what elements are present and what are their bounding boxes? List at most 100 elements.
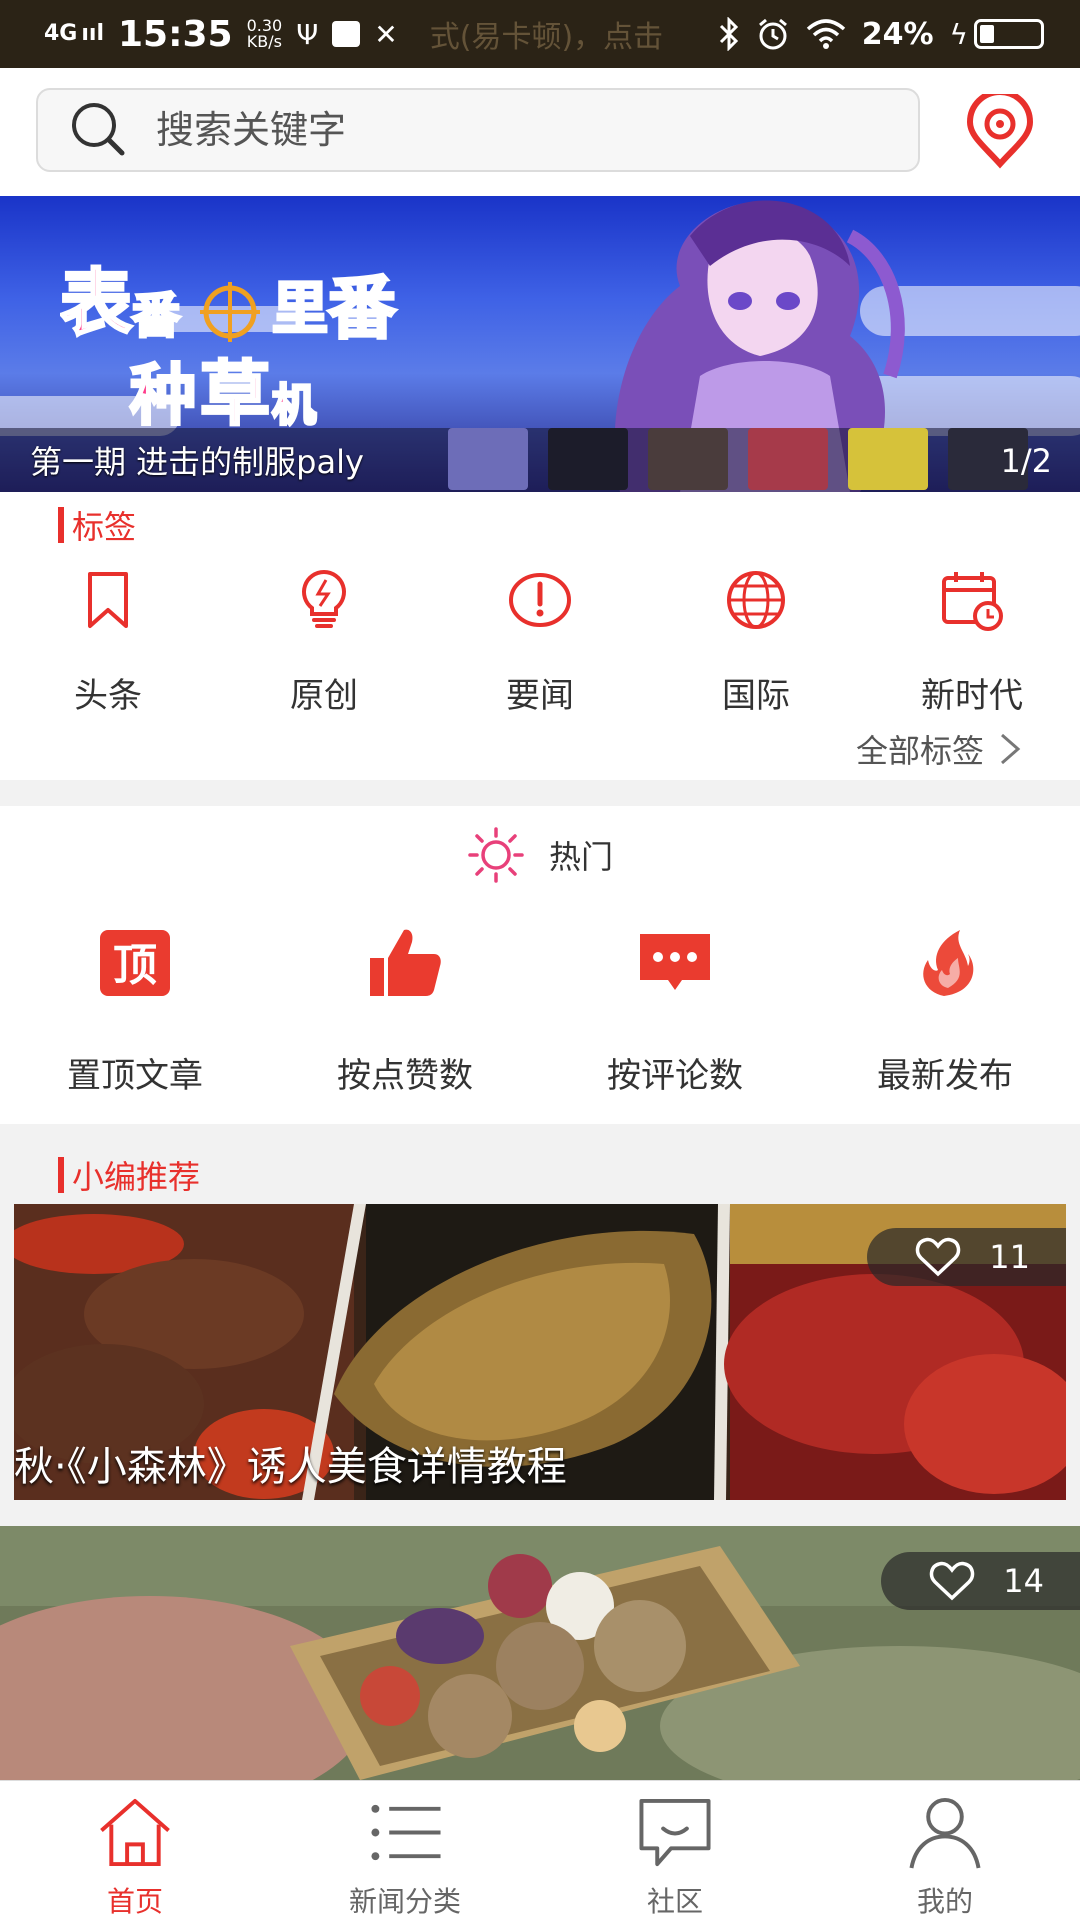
tag-item-new-era[interactable]: 新时代: [864, 568, 1080, 717]
logo-char: 里: [272, 277, 328, 342]
usb-icon: Ψ: [296, 17, 319, 51]
hot-label: 最新发布: [877, 1056, 1013, 1096]
banner-page-indicator: 1/2: [1000, 442, 1053, 480]
banner-thumbnail[interactable]: [448, 428, 528, 490]
article-title: 秋·《小森林》诱人美食详情教程: [14, 1444, 567, 1490]
tag-label: 头条: [74, 676, 142, 716]
battery-icon: [974, 19, 1044, 49]
tags-section: 标签 头条 原创 要闻 国际 新时代 全部标签: [0, 492, 1080, 780]
alarm-icon: [758, 18, 787, 50]
network-indicator: 4G ııl: [44, 23, 104, 45]
tab-community[interactable]: 社区: [540, 1781, 810, 1920]
section-title-bar: [58, 507, 64, 543]
logo-char: 机: [272, 380, 316, 431]
like-button[interactable]: 11: [867, 1228, 1066, 1286]
tab-label: 新闻分类: [348, 1885, 461, 1918]
chat-icon: [639, 1798, 711, 1867]
heart-icon: [916, 1237, 961, 1277]
search-bar[interactable]: [36, 88, 920, 172]
location-icon[interactable]: [962, 94, 1038, 170]
battery-level: [980, 25, 994, 43]
battery-percent: 24%: [861, 16, 934, 52]
banner-thumbnail[interactable]: [548, 428, 628, 490]
search-icon: [72, 103, 125, 156]
bottom-tab-bar: 首页 新闻分类 社区 我的: [0, 1780, 1080, 1920]
top-icon-text: 顶: [113, 940, 157, 991]
signal-icon: ııl: [81, 21, 104, 46]
top-icon: 顶: [100, 930, 170, 996]
hot-grid: 顶 置顶文章 按点赞数 按评论数 最新发布: [0, 922, 1080, 1097]
fire-icon: [923, 930, 974, 996]
tag-item-original[interactable]: 原创: [216, 568, 432, 717]
list-icon: [371, 1804, 441, 1861]
banner-thumbnail[interactable]: [848, 428, 928, 490]
banner-carousel[interactable]: 表 番 里 番 种 草 机 第一期 进击的制服paly 1/2: [0, 196, 1080, 492]
lightbulb-icon: [302, 569, 346, 628]
tag-item-headline[interactable]: 头条: [0, 568, 216, 717]
search-input[interactable]: [156, 108, 756, 152]
logo-char: 表: [60, 261, 132, 345]
banner-logo: 表 番 里 番 种 草 机: [60, 260, 398, 437]
logo-char: 草: [200, 353, 270, 435]
header: [0, 68, 1080, 196]
tools-icon: ✕: [374, 17, 398, 51]
hot-label: 置顶文章: [67, 1056, 203, 1096]
home-icon: [100, 1798, 170, 1867]
hot-item-by-likes[interactable]: 按点赞数: [270, 922, 540, 1097]
charging-icon: ϟ: [949, 17, 968, 51]
comment-icon: [640, 934, 710, 990]
tag-item-news[interactable]: 要闻: [432, 568, 648, 717]
tab-label: 首页: [106, 1885, 163, 1918]
recommend-title: 小编推荐: [72, 1158, 201, 1196]
tag-label: 要闻: [506, 676, 574, 716]
like-button[interactable]: 14: [881, 1552, 1080, 1610]
tag-label: 原创: [290, 676, 358, 716]
tag-grid: 头条 原创 要闻 国际 新时代: [0, 568, 1080, 717]
status-time: 15:35: [118, 13, 233, 55]
thumbs-up-icon: [370, 929, 441, 996]
hot-title: 热门: [548, 838, 613, 876]
banner-thumbnail[interactable]: [748, 428, 828, 490]
section-title-bar: [58, 1157, 64, 1193]
net-speed-unit: KB/s: [246, 32, 282, 51]
calendar-clock-icon: [942, 572, 1003, 631]
globe-icon: [727, 571, 785, 629]
banner-thumbnail[interactable]: [648, 428, 728, 490]
hot-section-title: 热门: [0, 826, 1080, 884]
status-bar: 4G ııl 15:35 0.30 KB/s Ψ ✕ 式(易卡顿)，点击 24%…: [0, 0, 1080, 68]
tab-home[interactable]: 首页: [0, 1781, 270, 1920]
hot-label: 按点赞数: [337, 1056, 473, 1096]
tags-section-title: 标签: [58, 502, 136, 548]
tags-title: 标签: [72, 508, 137, 546]
bluetooth-icon: [719, 17, 738, 51]
article-card[interactable]: 14: [0, 1526, 1080, 1780]
tab-label: 我的: [916, 1885, 973, 1918]
network-type: 4G: [44, 21, 78, 46]
wifi-icon: [806, 19, 845, 49]
tag-label: 国际: [722, 676, 790, 716]
like-count: 14: [1003, 1562, 1044, 1600]
chevron-right-icon: [1001, 733, 1021, 765]
all-tags-link[interactable]: 全部标签: [856, 726, 1024, 772]
recommend-section-title: 小编推荐: [58, 1152, 200, 1198]
all-tags-label: 全部标签: [855, 732, 984, 770]
tab-label: 社区: [646, 1885, 703, 1918]
heart-icon: [930, 1561, 975, 1601]
like-count: 11: [989, 1238, 1030, 1276]
hot-item-by-comments[interactable]: 按评论数: [540, 922, 810, 1097]
user-icon: [909, 1797, 981, 1869]
hot-item-latest[interactable]: 最新发布: [810, 922, 1080, 1097]
logo-char: 种: [130, 357, 196, 434]
tab-mine[interactable]: 我的: [810, 1781, 1080, 1920]
tab-news-categories[interactable]: 新闻分类: [270, 1781, 540, 1920]
status-ghost-text: 式(易卡顿)，点击: [429, 20, 664, 55]
bookmark-icon: [88, 572, 128, 628]
exclamation-icon: [509, 573, 571, 627]
article-card[interactable]: 11 秋·《小森林》诱人美食详情教程: [14, 1204, 1066, 1500]
notification-icon: [332, 21, 361, 47]
banner-caption: 第一期 进击的制服paly: [30, 443, 364, 481]
tag-item-international[interactable]: 国际: [648, 568, 864, 717]
app-screen: 4G ııl 15:35 0.30 KB/s Ψ ✕ 式(易卡顿)，点击 24%…: [0, 0, 1080, 1920]
hot-section: 热门 顶 置顶文章 按点赞数 按评论数 最新发布: [0, 806, 1080, 1124]
hot-item-pinned[interactable]: 顶 置顶文章: [0, 922, 270, 1097]
